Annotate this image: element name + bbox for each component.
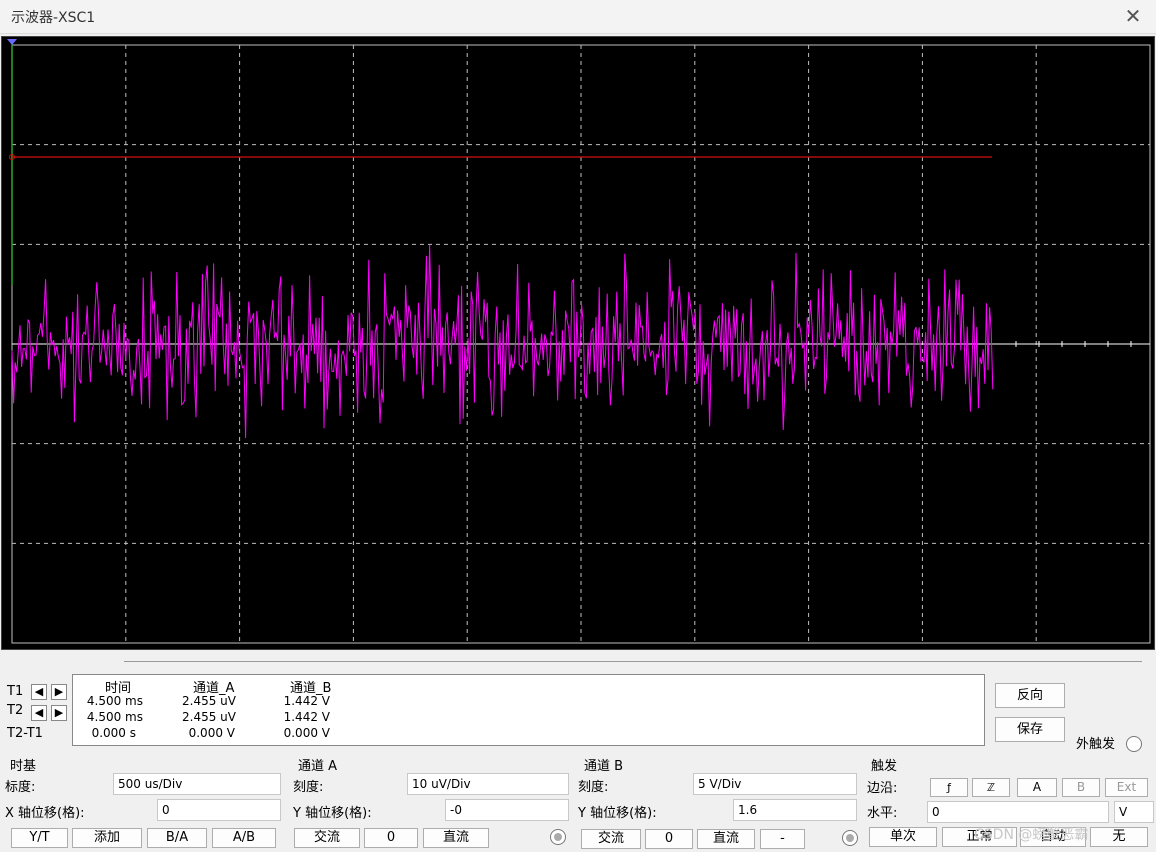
t2-channel-b: 1.442 V xyxy=(283,710,330,724)
falling-edge-icon[interactable]: ℤ xyxy=(972,778,1010,797)
trigger-none-button[interactable]: 无 xyxy=(1090,827,1148,847)
trigger-level-unit[interactable]: V xyxy=(1114,801,1154,823)
diff-channel-a: 0.000 V xyxy=(188,726,235,740)
close-icon[interactable]: ✕ xyxy=(1118,2,1148,32)
mode-ab-button[interactable]: A/B xyxy=(212,828,276,848)
panel-divider xyxy=(124,661,1142,662)
t2-channel-a: 2.455 uV xyxy=(182,710,236,724)
trigger-single-button[interactable]: 单次 xyxy=(869,827,937,847)
t2-left-arrow-icon[interactable]: ◀ xyxy=(31,705,47,721)
channel-a-radio[interactable] xyxy=(550,829,566,845)
watermark: CSDN @螃蟹恶霸 xyxy=(974,827,1089,843)
reverse-button[interactable]: 反向 xyxy=(995,683,1065,708)
ext-trigger-radio[interactable] xyxy=(1126,736,1142,752)
trigger-source-b-button[interactable]: B xyxy=(1062,778,1100,797)
channel-b-scale-field[interactable]: 5 V/Div xyxy=(693,773,857,795)
ext-trigger-label: 外触发 xyxy=(1076,737,1116,752)
channel-b-dc-button[interactable]: 直流 xyxy=(697,829,755,849)
channel-a-dc-button[interactable]: 直流 xyxy=(423,828,489,848)
t1-time: 4.500 ms xyxy=(86,694,143,708)
title-bar: 示波器-XSC1 ✕ xyxy=(0,0,1156,34)
channel-b-zero-button[interactable]: 0 xyxy=(645,829,693,849)
timebase-scale-field[interactable]: 500 us/Div xyxy=(113,773,281,795)
channel-b-ypos-label: Y 轴位移(格): xyxy=(578,806,657,821)
channel-a-ac-button[interactable]: 交流 xyxy=(294,828,360,848)
channel-b-radio[interactable] xyxy=(842,830,858,846)
trigger-marker-icon xyxy=(7,39,17,45)
mode-yt-button[interactable]: Y/T xyxy=(11,828,68,848)
channel-b-ac-button[interactable]: 交流 xyxy=(581,829,641,849)
mode-add-button[interactable]: 添加 xyxy=(72,828,142,848)
channel-a-scale-label: 刻度: xyxy=(293,780,324,795)
channel-b-title: 通道 B xyxy=(584,759,624,774)
mode-ba-button[interactable]: B/A xyxy=(147,828,207,848)
channel-a-trace xyxy=(11,244,994,439)
t1-channel-a: 2.455 uV xyxy=(182,694,236,708)
trigger-level-field[interactable]: 0 xyxy=(927,801,1109,823)
trigger-source-ext-button[interactable]: Ext xyxy=(1105,778,1148,797)
save-button[interactable]: 保存 xyxy=(995,717,1065,742)
diff-channel-b: 0.000 V xyxy=(283,726,330,740)
rising-edge-icon[interactable]: ƒ xyxy=(930,778,968,797)
waveform-display xyxy=(7,39,1151,644)
oscilloscope-screen xyxy=(1,36,1155,650)
channel-a-title: 通道 A xyxy=(298,759,338,774)
channel-a-zero-button[interactable]: 0 xyxy=(364,828,418,848)
trigger-source-a-button[interactable]: A xyxy=(1017,778,1057,797)
trigger-edge-label: 边沿: xyxy=(867,781,898,796)
channel-a-ypos-field[interactable]: -0 xyxy=(445,799,569,821)
window-title: 示波器-XSC1 xyxy=(11,10,96,26)
cursor-readout: 时间 通道_A 通道_B 4.500 ms 2.455 uV 1.442 V 4… xyxy=(72,674,985,746)
timebase-xpos-field[interactable]: 0 xyxy=(157,799,281,821)
t1-channel-b: 1.442 V xyxy=(283,694,330,708)
diff-time: 0.000 s xyxy=(91,726,136,740)
timebase-xpos-label: X 轴位移(格): xyxy=(5,806,85,821)
timebase-scale-label: 标度: xyxy=(5,780,36,795)
t2-time: 4.500 ms xyxy=(86,710,143,724)
channel-b-ypos-field[interactable]: 1.6 xyxy=(733,799,857,821)
channel-b-scale-label: 刻度: xyxy=(578,780,609,795)
channel-b-minus-button[interactable]: - xyxy=(760,829,805,849)
t1-label: T1 xyxy=(7,684,24,699)
t2-t1-label: T2-T1 xyxy=(7,726,43,741)
trigger-title: 触发 xyxy=(871,759,898,774)
trigger-level-label: 水平: xyxy=(867,806,898,821)
t1-left-arrow-icon[interactable]: ◀ xyxy=(31,684,47,700)
channel-a-ypos-label: Y 轴位移(格): xyxy=(293,806,372,821)
timebase-title: 时基 xyxy=(10,759,37,774)
channel-a-scale-field[interactable]: 10 uV/Div xyxy=(407,773,569,795)
t2-label: T2 xyxy=(7,703,24,718)
